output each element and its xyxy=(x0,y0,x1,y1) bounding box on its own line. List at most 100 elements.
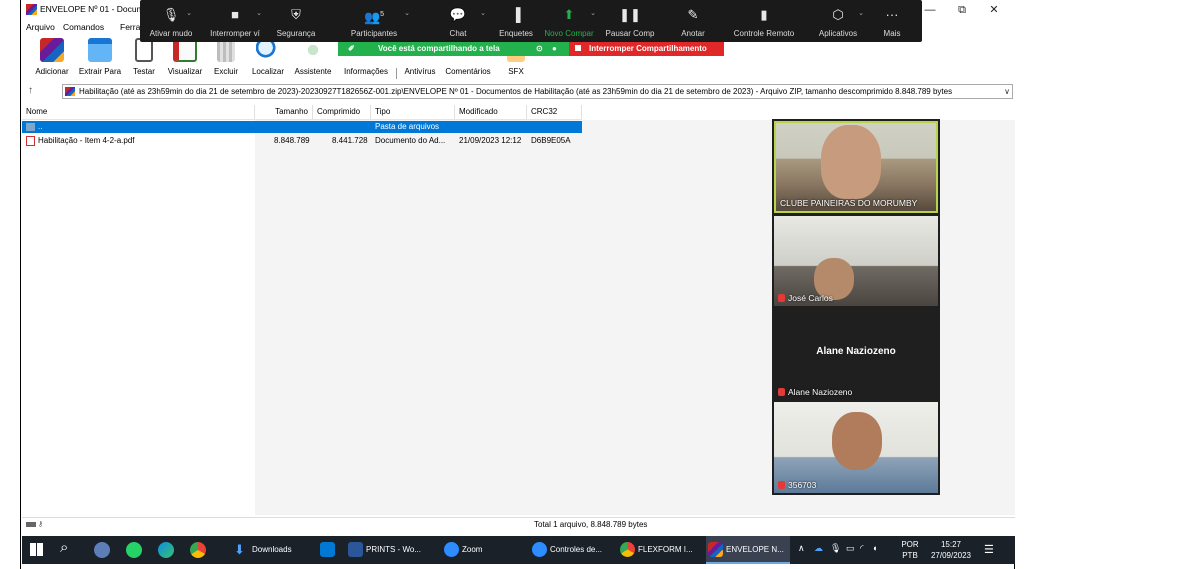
chat-icon: 💬 xyxy=(449,7,467,22)
chevron-down-icon[interactable]: ⌄ xyxy=(590,9,596,17)
participant-tile[interactable]: CLUBE PAINEIRAS DO MORUMBY xyxy=(774,121,938,213)
participant-tile[interactable]: 356703 xyxy=(774,402,938,493)
notifications-icon[interactable]: ☰ xyxy=(984,543,994,556)
column-header-size[interactable]: Tamanho xyxy=(255,105,313,119)
annotate-label: Anotar xyxy=(681,29,705,38)
volume-icon[interactable]: ◖ xyxy=(872,543,877,553)
new-share-button[interactable]: ⬆ Novo Compar ⌄ xyxy=(542,0,596,42)
row-modified: 21/09/2023 12:12 xyxy=(459,136,522,145)
taskbar-app-outlook[interactable] xyxy=(318,536,342,564)
antivirus-label: Antivírus xyxy=(404,67,436,76)
wizard-button[interactable]: Assistente xyxy=(292,36,334,80)
shield-check-icon: ● xyxy=(552,44,557,53)
participant-tile[interactable]: José Carlos xyxy=(774,216,938,306)
restore-button[interactable]: ⧉ xyxy=(950,2,974,18)
pause-share-button[interactable]: ❚❚ Pausar Comp xyxy=(600,0,660,42)
outlook-icon xyxy=(320,542,335,557)
participants-glyph: 👥 xyxy=(363,9,381,25)
view-label: Visualizar xyxy=(167,67,203,76)
keyboard-layout-label: PTB xyxy=(902,551,918,560)
search-icon[interactable]: ⌕ xyxy=(60,539,68,556)
column-header-packed[interactable]: Comprimido xyxy=(313,105,371,119)
security-button[interactable]: ⛨ Segurança xyxy=(268,0,324,42)
screenshot-page: ENVELOPE Nº 01 - Docume — ⧉ ✕ Arquivo Co… xyxy=(0,0,1197,569)
annotate-button[interactable]: ✎ Anotar xyxy=(668,0,718,42)
chevron-down-icon[interactable]: ⌄ xyxy=(404,9,410,17)
taskbar-app-zoom-controls[interactable]: Controles de... xyxy=(530,536,614,564)
taskbar-app-word[interactable]: PRINTS - Wo... xyxy=(346,536,438,564)
find-button[interactable]: Localizar xyxy=(250,36,286,80)
network-icon[interactable]: ▭ xyxy=(846,543,855,554)
extract-to-button[interactable]: Extrair Para xyxy=(77,36,123,80)
menu-arquivo[interactable]: Arquivo xyxy=(26,22,55,32)
column-header-modified[interactable]: Modificado xyxy=(455,105,527,119)
chevron-down-icon[interactable]: ⌄ xyxy=(256,9,262,17)
app-pinned-icon[interactable] xyxy=(94,542,110,558)
new-share-icon: ⬆ xyxy=(563,7,575,22)
stop-video-button[interactable]: ■ Interromper ví ⌄ xyxy=(202,0,268,42)
apps-button[interactable]: ⬡ Aplicativos ⌄ xyxy=(810,0,866,42)
pdf-icon xyxy=(26,136,35,146)
column-header-crc[interactable]: CRC32 xyxy=(527,105,582,119)
polls-label: Enquetes xyxy=(499,29,533,38)
participant-video xyxy=(821,125,881,199)
status-bar: ⚷ Total 1 arquivo, 8.848.789 bytes xyxy=(22,517,1015,531)
table-row[interactable]: Habilitação - Item 4-2-a.pdf 8.848.789 8… xyxy=(22,135,582,147)
test-button[interactable]: Testar xyxy=(130,36,158,80)
column-header-type[interactable]: Tipo xyxy=(371,105,455,119)
more-icon: ··· xyxy=(885,7,899,22)
participants-button[interactable]: 👥5 Participantes ⌄ xyxy=(330,0,418,42)
add-button[interactable]: Adicionar xyxy=(32,36,72,80)
info-label: Informações xyxy=(343,67,389,76)
taskbar-app-label: FLEXFORM I... xyxy=(638,545,693,554)
up-folder-arrow-icon[interactable]: ↑ xyxy=(28,85,33,96)
sharing-status-icon: ⊙ xyxy=(536,44,543,53)
taskbar-app-winrar[interactable]: ENVELOPE N... xyxy=(706,536,790,564)
mute-button[interactable]: 🎙 Ativar mudo ⌄ xyxy=(140,0,202,42)
menu-comandos[interactable]: Comandos xyxy=(63,22,104,32)
language-label: POR xyxy=(901,540,919,549)
security-label: Segurança xyxy=(276,29,316,38)
window-title: ENVELOPE Nº 01 - Docume xyxy=(40,4,149,14)
chat-button[interactable]: 💬 Chat ⌄ xyxy=(430,0,486,42)
more-button[interactable]: ··· Mais xyxy=(872,0,912,42)
remote-control-label: Controle Remoto xyxy=(733,29,795,38)
polls-button[interactable]: ▐ Enquetes xyxy=(490,0,542,42)
path-field[interactable]: Habilitação (até as 23h59min do dia 21 d… xyxy=(62,84,1013,99)
taskbar-app-flexform[interactable]: FLEXFORM I... xyxy=(618,536,702,564)
clock-date: 27/09/2023 xyxy=(930,551,972,560)
onedrive-icon[interactable]: ☁ xyxy=(814,543,823,554)
folder-extract-icon xyxy=(88,38,112,62)
chevron-down-icon[interactable]: ⌄ xyxy=(480,9,486,17)
clock[interactable]: 15:27 27/09/2023 xyxy=(926,536,976,564)
chevron-down-icon[interactable]: ⌄ xyxy=(858,9,864,17)
taskbar-app-downloads[interactable]: ⬇ Downloads xyxy=(232,536,316,564)
microphone-icon: 🎙 xyxy=(162,7,180,22)
stop-video-label: Interromper ví xyxy=(210,29,260,38)
archive-icon xyxy=(65,87,75,96)
taskbar-app-zoom[interactable]: Zoom xyxy=(442,536,514,564)
delete-button[interactable]: Excluir xyxy=(211,36,241,80)
table-row[interactable]: .. Pasta de arquivos xyxy=(22,121,582,133)
wifi-icon[interactable]: ◜ xyxy=(860,543,864,554)
remote-control-button[interactable]: ▮ Controle Remoto xyxy=(728,0,800,42)
stop-sharing-button[interactable]: Interromper Compartilhamento xyxy=(569,42,724,56)
column-header-name[interactable]: Nome xyxy=(22,105,255,119)
language-indicator[interactable]: POR PTB xyxy=(898,536,922,564)
participant-tile[interactable]: Alane Naziozeno Alane Naziozeno xyxy=(774,308,938,400)
pause-share-label: Pausar Comp xyxy=(605,29,655,38)
microphone-icon[interactable]: 🎙 xyxy=(830,543,841,554)
annotate-pen-icon: ✎ xyxy=(687,7,699,22)
whatsapp-icon[interactable] xyxy=(126,542,142,558)
clock-time: 15:27 xyxy=(940,540,962,549)
close-button[interactable]: ✕ xyxy=(982,2,1006,18)
edge-icon[interactable] xyxy=(158,542,174,558)
chrome-icon[interactable] xyxy=(190,542,206,558)
view-button[interactable]: Visualizar xyxy=(166,36,204,80)
row-type: Pasta de arquivos xyxy=(375,122,440,131)
chevron-up-icon[interactable]: ∧ xyxy=(798,543,805,554)
chevron-down-icon[interactable]: ⌄ xyxy=(186,9,192,17)
chevron-down-icon[interactable]: ∨ xyxy=(1004,85,1010,98)
windows-start-icon[interactable] xyxy=(30,543,43,556)
pin-icon[interactable]: ✐ xyxy=(348,42,355,56)
